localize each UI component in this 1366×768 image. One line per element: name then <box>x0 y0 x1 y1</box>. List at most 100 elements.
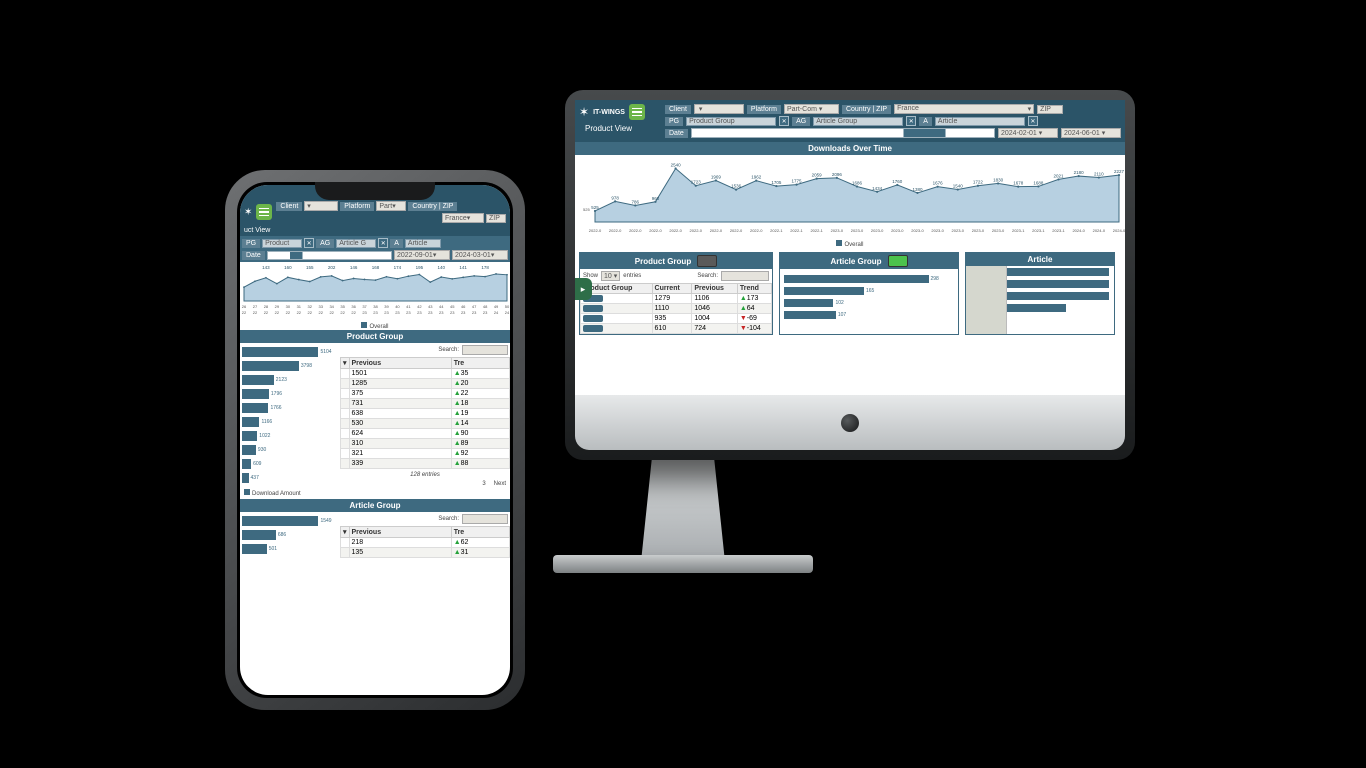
col-current[interactable]: Current <box>652 284 692 294</box>
pg-toggle[interactable] <box>697 255 717 267</box>
table-row[interactable]: 731▲18 <box>341 399 510 409</box>
search-input[interactable] <box>721 271 769 281</box>
col-previous[interactable]: Previous <box>349 527 451 538</box>
date-label: Date <box>242 251 265 260</box>
platform-select[interactable]: Part-Com ▾ <box>784 104 839 114</box>
col-previous[interactable]: Previous <box>349 358 451 369</box>
svg-text:22: 22 <box>329 310 334 315</box>
search-input[interactable] <box>462 345 508 355</box>
svg-text:2180: 2180 <box>1074 170 1085 175</box>
search-input[interactable] <box>462 514 508 524</box>
zip-input[interactable]: ZIP <box>1037 105 1063 114</box>
sort-icon[interactable]: ▾ <box>341 358 350 369</box>
svg-text:30: 30 <box>286 304 291 309</box>
table-row[interactable]: 11101046▲64 <box>581 304 772 314</box>
svg-text:2023-1: 2023-1 <box>1012 228 1025 233</box>
ag-input[interactable]: Article Group <box>813 117 903 126</box>
date-from[interactable]: 2022-09-01▾ <box>394 250 450 260</box>
svg-text:202: 202 <box>328 265 336 270</box>
a-input[interactable]: Article <box>405 239 441 248</box>
svg-text:31: 31 <box>297 304 302 309</box>
downloads-over-time-chart: 2622272228222922302231223222332234223522… <box>240 262 510 317</box>
svg-text:2022-1: 2022-1 <box>790 228 803 233</box>
table-row[interactable]: 321▲92 <box>341 449 510 459</box>
a-clear-button[interactable]: ✕ <box>1028 116 1038 126</box>
side-handle-button[interactable]: ▸ <box>575 278 592 300</box>
search-label: Search: <box>438 516 459 522</box>
date-to[interactable]: 2024-06-01 ▾ <box>1061 128 1121 138</box>
table-row[interactable]: 310▲89 <box>341 439 510 449</box>
svg-text:23: 23 <box>483 310 488 315</box>
table-row[interactable]: 530▲14 <box>341 419 510 429</box>
svg-text:22: 22 <box>297 310 302 315</box>
phone-frame: ✶ Client ▾ Platform Part▾ Country | ZIP … <box>225 170 525 710</box>
page-title: Product View <box>579 122 659 135</box>
client-select[interactable]: ▾ <box>694 104 744 114</box>
svg-text:22: 22 <box>340 310 345 315</box>
table-row[interactable]: 1501▲35 <box>341 369 510 379</box>
pg-input[interactable]: Product Group <box>686 117 776 126</box>
svg-text:1540: 1540 <box>953 184 964 189</box>
hamburger-button[interactable] <box>629 104 645 120</box>
page-3[interactable]: 3 <box>482 481 485 487</box>
table-row[interactable]: 135▲31 <box>341 548 510 558</box>
table-row[interactable]: 375▲22 <box>341 389 510 399</box>
a-input[interactable]: Article <box>935 117 1025 126</box>
ag-toggle[interactable] <box>888 255 908 267</box>
client-select[interactable]: ▾ <box>304 201 338 211</box>
table-row[interactable]: 218▲62 <box>341 538 510 548</box>
svg-text:2023-0: 2023-0 <box>952 228 965 233</box>
svg-text:2023-0: 2023-0 <box>851 228 864 233</box>
svg-text:43: 43 <box>428 304 433 309</box>
show-select[interactable]: 10 ▾ <box>601 271 620 281</box>
svg-text:2022-0: 2022-0 <box>710 228 723 233</box>
table-row[interactable]: 624▲90 <box>341 429 510 439</box>
table-row[interactable]: 339▲88 <box>341 459 510 469</box>
entries-footer: 128 entries <box>410 472 440 478</box>
legend-swatch <box>361 322 367 328</box>
svg-text:160: 160 <box>284 265 292 270</box>
platform-select[interactable]: Part▾ <box>376 201 406 211</box>
svg-text:2022-0: 2022-0 <box>750 228 763 233</box>
sort-icon[interactable]: ▾ <box>341 527 350 538</box>
ag-input[interactable]: Article G <box>336 239 376 248</box>
col-previous[interactable]: Previous <box>692 284 737 294</box>
col-trend-sort[interactable]: Tre <box>451 358 509 369</box>
pg-card-title: Product Group <box>240 330 510 343</box>
ag-clear-button[interactable]: ✕ <box>378 238 388 248</box>
col-trend[interactable]: Trend <box>737 284 771 294</box>
svg-text:42: 42 <box>417 304 422 309</box>
svg-text:1380: 1380 <box>912 187 923 192</box>
page-title: uct View <box>240 227 510 236</box>
date-to[interactable]: 2024-03-01▾ <box>452 250 508 260</box>
table-row[interactable]: 638▲19 <box>341 409 510 419</box>
date-range-slider[interactable] <box>691 128 995 138</box>
pg-clear-button[interactable]: ✕ <box>779 116 789 126</box>
date-from[interactable]: 2024-02-01 ▾ <box>998 128 1058 138</box>
legend-swatch <box>836 240 842 246</box>
ag-label: AG <box>316 239 334 248</box>
svg-text:49: 49 <box>494 304 499 309</box>
hamburger-button[interactable] <box>256 204 272 220</box>
svg-text:22: 22 <box>308 310 313 315</box>
next-button[interactable]: Next <box>494 481 506 487</box>
pg-table: Product Group Current Previous Trend 127… <box>580 283 772 334</box>
wings-icon: ✶ <box>579 105 589 119</box>
table-row[interactable]: 9351004▼-69 <box>581 314 772 324</box>
brand: IT-WINGS <box>593 109 625 116</box>
table-row[interactable]: 12791106▲173 <box>581 294 772 304</box>
table-row[interactable]: 1285▲20 <box>341 379 510 389</box>
entries-label: entries <box>623 273 641 279</box>
country-select[interactable]: France▾ <box>894 104 1034 114</box>
zip-input[interactable]: ZIP <box>486 214 506 223</box>
date-range-slider[interactable] <box>267 251 392 260</box>
ag-clear-button[interactable]: ✕ <box>906 116 916 126</box>
ag-bar-chart: 298165102107 <box>780 269 958 325</box>
svg-text:1775: 1775 <box>792 179 803 184</box>
svg-text:2023-0: 2023-0 <box>911 228 924 233</box>
pg-input[interactable]: Product <box>262 239 302 248</box>
col-trend-sort[interactable]: Tre <box>451 527 509 538</box>
pg-clear-button[interactable]: ✕ <box>304 238 314 248</box>
table-row[interactable]: 610724▼-104 <box>581 324 772 334</box>
country-select[interactable]: France▾ <box>442 213 484 223</box>
